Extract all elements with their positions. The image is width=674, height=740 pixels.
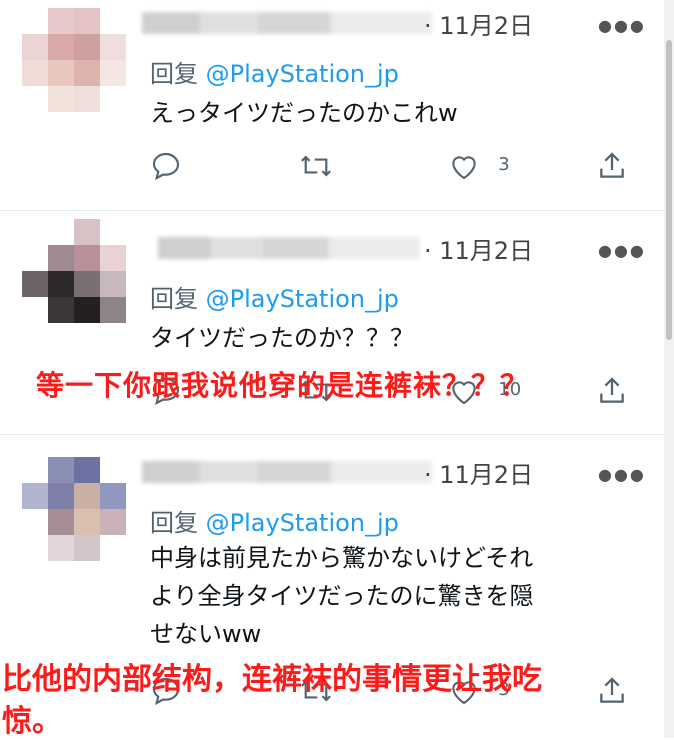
blurred-username[interactable] [142,12,432,34]
share-icon[interactable] [596,675,628,714]
more-icon[interactable]: ●●● [598,465,646,484]
more-icon[interactable]: ●●● [598,241,646,260]
tweet-text: タイツだったのか？？？ [150,324,414,352]
tweet-date[interactable]: · 11月2日 [424,231,533,266]
caption-overlay: 等一下你跟我说他穿的是连裤袜？？？ [36,369,530,402]
more-icon[interactable]: ●●● [598,16,646,35]
avatar[interactable] [22,457,126,561]
like-count: 3 [498,154,510,175]
reply-to: 回复 @PlayStation_jp [150,54,399,89]
blurred-username[interactable] [142,461,432,483]
caption-overlay: 惊。 [2,704,62,739]
tweet-text: えっタイツだったのかこれw [150,99,458,127]
retweet-icon[interactable] [298,150,334,189]
tweet-text-line: より全身タイツだったのに驚きを隠 [150,582,534,610]
scrollbar-thumb[interactable] [666,40,672,340]
tweet-text-line: せないww [150,620,262,648]
avatar[interactable] [22,219,126,323]
reply-prefix: 回复 [150,60,198,88]
tweet-actions: 3 [150,150,630,190]
avatar[interactable] [22,8,126,112]
reply-prefix: 回复 [150,285,198,313]
reply-to: 回复 @PlayStation_jp [150,503,399,538]
mention-link[interactable]: @PlayStation_jp [206,60,399,88]
tweet-date[interactable]: · 11月2日 [424,455,533,490]
caption-overlay: 比他的内部结构，连裤袜的事情更让我吃 [2,662,542,697]
tweet-text-line: 中身は前見たから驚かないけどそれ [150,544,534,572]
reply-to: 回复 @PlayStation_jp [150,279,399,314]
reply-prefix: 回复 [150,509,198,537]
tweet-date[interactable]: · 11月2日 [424,6,533,41]
share-icon[interactable] [596,150,628,189]
tweet-text: 中身は前見たから驚かないけどそれ より全身タイツだったのに驚きを隠 せないww [150,539,630,653]
scrollbar[interactable] [664,0,674,738]
reply-icon[interactable] [150,150,182,189]
heart-icon[interactable]: 3 [448,150,510,189]
blurred-username[interactable] [158,237,420,259]
mention-link[interactable]: @PlayStation_jp [206,509,399,537]
share-icon[interactable] [596,375,628,414]
mention-link[interactable]: @PlayStation_jp [206,285,399,313]
tweet-reply[interactable]: · 11月2日 ●●● 回复 @PlayStation_jp えっタイツだったの… [0,0,664,211]
